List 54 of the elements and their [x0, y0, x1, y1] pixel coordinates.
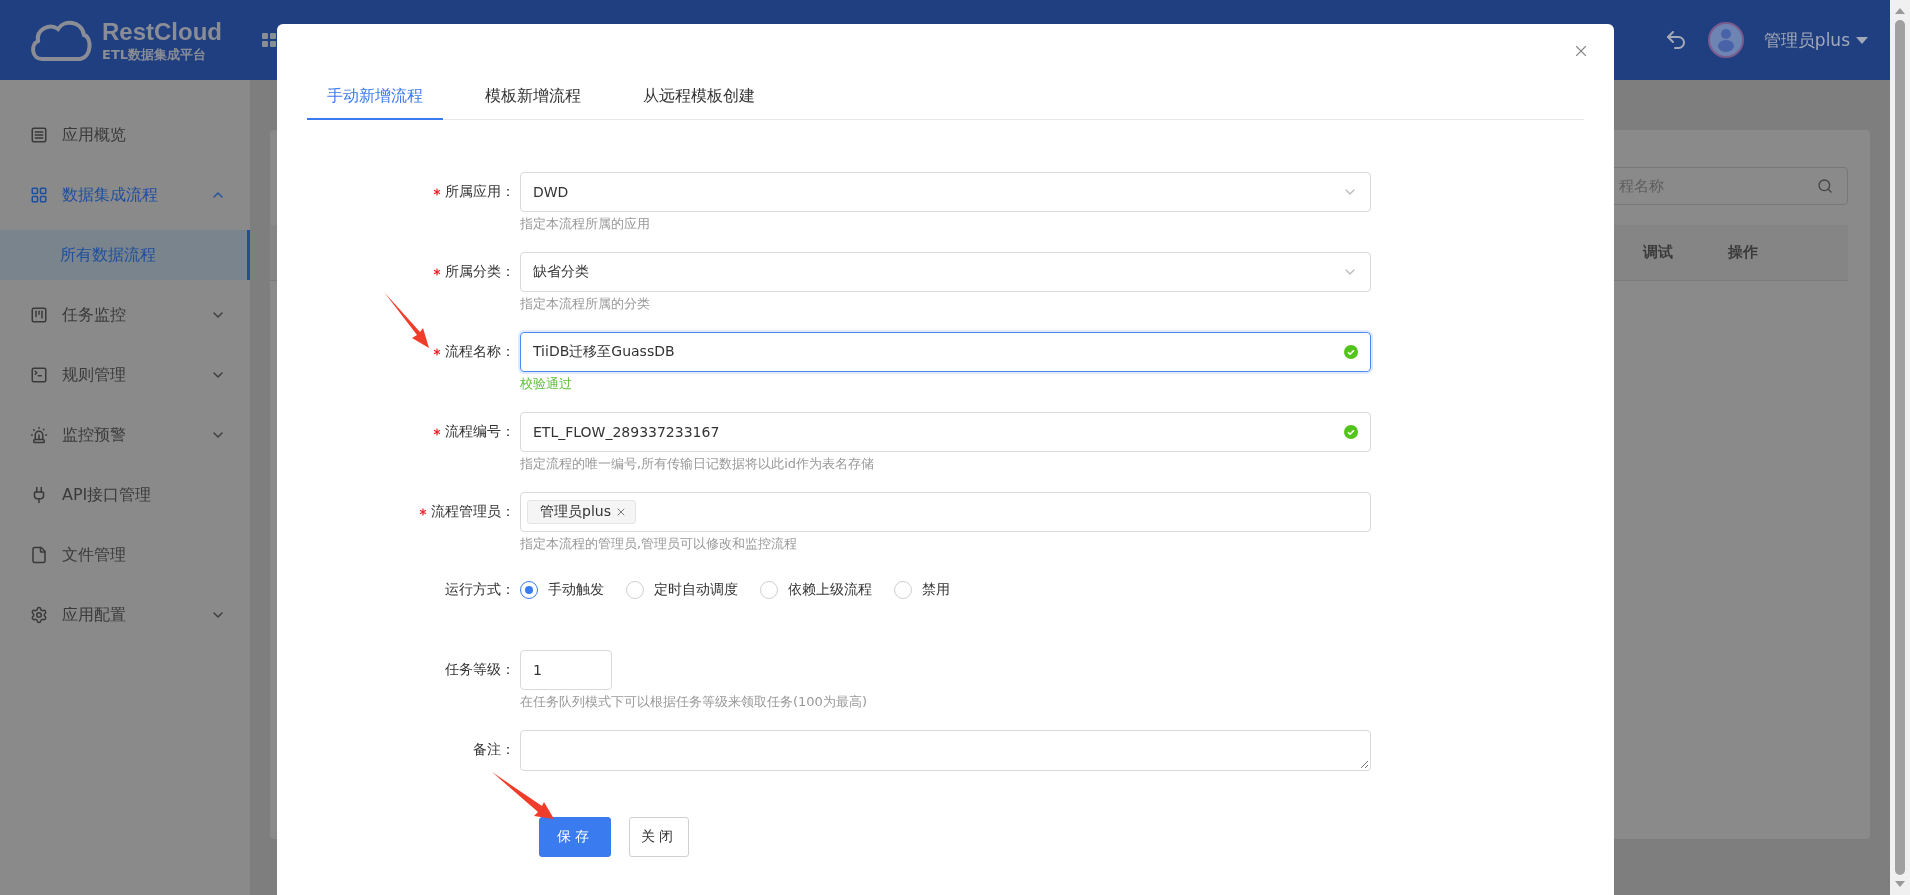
field-label: 所属分类：: [445, 263, 515, 281]
field-label: 流程名称：: [445, 343, 515, 361]
field-label: 运行方式：: [445, 581, 515, 599]
check-icon: [1344, 345, 1358, 359]
input-field[interactable]: ETL_FLOW_289337233167: [520, 412, 1371, 452]
menu-icon: [30, 606, 48, 624]
menu-icon: [30, 426, 48, 444]
validation-message: 校验通过: [520, 375, 573, 393]
column-header: 操作: [1728, 243, 1758, 262]
menu-icon: [30, 126, 48, 144]
field-hint: 指定流程的唯一编号,所有传输日记数据将以此id作为表名存储: [520, 455, 875, 473]
avatar[interactable]: [1707, 22, 1744, 58]
radio-option[interactable]: 禁用: [894, 581, 950, 599]
select-field[interactable]: 缺省分类: [520, 252, 1371, 292]
textarea-field[interactable]: [520, 730, 1371, 771]
scrollbar-thumb[interactable]: [1895, 20, 1905, 875]
menu-icon: [30, 186, 48, 204]
field-hint: 指定本流程的管理员,管理员可以修改和监控流程: [520, 535, 799, 553]
menu-icon: [30, 546, 48, 564]
user-name[interactable]: 管理员plus: [1763, 28, 1850, 52]
close-dialog-button[interactable]: 关闭: [629, 817, 689, 857]
caret-down-icon[interactable]: [1856, 36, 1868, 44]
menu-icon: [30, 306, 48, 324]
menu-icon: [30, 366, 48, 384]
radio-option[interactable]: 依赖上级流程: [760, 581, 872, 599]
annotation-arrow: [492, 772, 554, 819]
number-field[interactable]: 1: [520, 650, 612, 690]
tab[interactable]: 从远程模板创建: [623, 75, 775, 120]
field-label: 任务等级：: [445, 661, 515, 679]
field-label: 所属应用：: [445, 183, 515, 201]
column-header: 调试: [1643, 243, 1673, 262]
radio-option[interactable]: 定时自动调度: [626, 581, 738, 599]
tab[interactable]: 模板新增流程: [465, 75, 601, 120]
field-hint: 指定本流程所属的应用: [520, 215, 651, 233]
resize-handle-icon: [1360, 760, 1368, 768]
scroll-up-icon[interactable]: [1895, 8, 1905, 14]
field-label: 流程编号：: [445, 423, 515, 441]
grid-icon[interactable]: [262, 33, 276, 47]
logo-subtitle: ETL数据集成平台: [102, 47, 208, 61]
field-hint: 指定本流程所属的分类: [520, 295, 651, 313]
input-field[interactable]: TiiDB迁移至GuassDB: [520, 332, 1371, 372]
search-icon: [1817, 178, 1833, 194]
tab[interactable]: 手动新增流程: [307, 75, 443, 120]
scroll-down-icon[interactable]: [1895, 881, 1905, 887]
field-label: 备注：: [473, 741, 515, 759]
logo-title: RestCloud: [102, 19, 222, 44]
save-button[interactable]: 保存: [539, 817, 611, 857]
field-hint: 在任务队列模式下可以根据任务等级来领取任务(100为最高): [520, 693, 868, 711]
field-label: 流程管理员：: [431, 503, 515, 521]
check-icon: [1344, 425, 1358, 439]
tag-select-field[interactable]: 管理员plus: [520, 492, 1371, 532]
radio-option[interactable]: 手动触发: [520, 581, 604, 599]
tag: 管理员plus: [527, 500, 636, 524]
select-field[interactable]: DWD: [520, 172, 1371, 212]
